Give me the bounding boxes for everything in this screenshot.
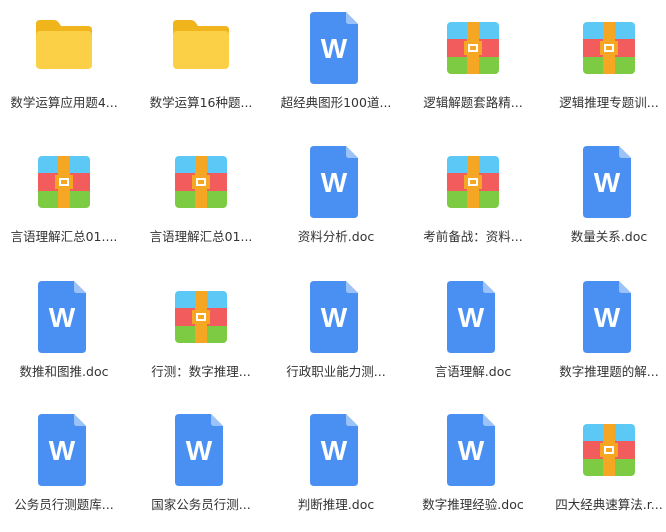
- svg-text:W: W: [458, 302, 485, 333]
- svg-text:W: W: [186, 435, 213, 466]
- file-item[interactable]: W 数字推理经验.doc: [409, 414, 537, 532]
- file-name: 数字推理经验.doc: [422, 497, 524, 512]
- word-doc-icon: W: [441, 281, 505, 353]
- archive-icon: [169, 281, 233, 353]
- file-name: 言语理解汇总01....: [10, 229, 118, 244]
- archive-icon: [577, 12, 641, 84]
- file-name: 数学运算应用题4...: [10, 95, 118, 110]
- file-name: 四大经典速算法.r...: [555, 497, 663, 512]
- file-name: 国家公务员行测...: [151, 497, 251, 512]
- archive-icon: [441, 146, 505, 218]
- svg-text:W: W: [321, 302, 348, 333]
- file-name: 公务员行测题库...: [14, 497, 114, 512]
- svg-text:W: W: [321, 167, 348, 198]
- file-item[interactable]: W 国家公务员行测...: [137, 414, 265, 532]
- file-item[interactable]: W 行政职业能力测...: [272, 281, 400, 399]
- svg-text:W: W: [49, 435, 76, 466]
- file-name: 判断推理.doc: [297, 497, 375, 512]
- svg-text:W: W: [458, 435, 485, 466]
- file-name: 逻辑解题套路精...: [423, 95, 523, 110]
- file-item[interactable]: W 数字推理题的解...: [545, 281, 666, 399]
- file-item[interactable]: W 数推和图推.doc: [0, 281, 128, 399]
- word-doc-icon: W: [169, 414, 233, 486]
- word-doc-icon: W: [577, 281, 641, 353]
- file-name: 考前备战：资料...: [423, 229, 523, 244]
- file-name: 超经典图形100道...: [280, 95, 392, 110]
- file-item[interactable]: 数学运算应用题4...: [0, 12, 128, 130]
- file-name: 行测：数字推理...: [151, 364, 251, 379]
- file-item[interactable]: 考前备战：资料...: [409, 146, 537, 264]
- archive-icon: [577, 414, 641, 486]
- file-name: 言语理解汇总01...: [149, 229, 253, 244]
- file-item[interactable]: W 公务员行测题库...: [0, 414, 128, 532]
- svg-text:W: W: [594, 167, 621, 198]
- file-name: 行政职业能力测...: [286, 364, 386, 379]
- word-doc-icon: W: [577, 146, 641, 218]
- file-item[interactable]: 逻辑推理专题训...: [545, 12, 666, 130]
- file-name: 数字推理题的解...: [559, 364, 659, 379]
- file-item[interactable]: 行测：数字推理...: [137, 281, 265, 399]
- svg-text:W: W: [321, 435, 348, 466]
- word-doc-icon: W: [32, 281, 96, 353]
- file-name: 逻辑推理专题训...: [559, 95, 659, 110]
- file-item[interactable]: W 数量关系.doc: [545, 146, 666, 264]
- svg-text:W: W: [321, 33, 348, 64]
- file-item[interactable]: W 判断推理.doc: [272, 414, 400, 532]
- word-doc-icon: W: [304, 12, 368, 84]
- archive-icon: [32, 146, 96, 218]
- word-doc-icon: W: [304, 414, 368, 486]
- word-doc-icon: W: [304, 281, 368, 353]
- folder-icon: [32, 12, 96, 84]
- word-doc-icon: W: [32, 414, 96, 486]
- file-item[interactable]: 四大经典速算法.r...: [545, 414, 666, 532]
- file-name: 数量关系.doc: [570, 229, 648, 244]
- svg-text:W: W: [49, 302, 76, 333]
- archive-icon: [169, 146, 233, 218]
- svg-text:W: W: [594, 302, 621, 333]
- file-item[interactable]: W 资料分析.doc: [272, 146, 400, 264]
- file-name: 数学运算16种题...: [149, 95, 253, 110]
- file-name: 数推和图推.doc: [19, 364, 109, 379]
- file-item[interactable]: 数学运算16种题...: [137, 12, 265, 130]
- archive-icon: [441, 12, 505, 84]
- file-item[interactable]: 言语理解汇总01....: [0, 146, 128, 264]
- file-item[interactable]: W 言语理解.doc: [409, 281, 537, 399]
- file-grid: 数学运算应用题4... 数学运算16种题... W 超经典图形100道... 逻…: [0, 0, 666, 512]
- file-name: 资料分析.doc: [297, 229, 375, 244]
- folder-icon: [169, 12, 233, 84]
- file-item[interactable]: 言语理解汇总01...: [137, 146, 265, 264]
- file-name: 言语理解.doc: [434, 364, 512, 379]
- file-item[interactable]: W 超经典图形100道...: [272, 12, 400, 130]
- word-doc-icon: W: [304, 146, 368, 218]
- word-doc-icon: W: [441, 414, 505, 486]
- file-item[interactable]: 逻辑解题套路精...: [409, 12, 537, 130]
